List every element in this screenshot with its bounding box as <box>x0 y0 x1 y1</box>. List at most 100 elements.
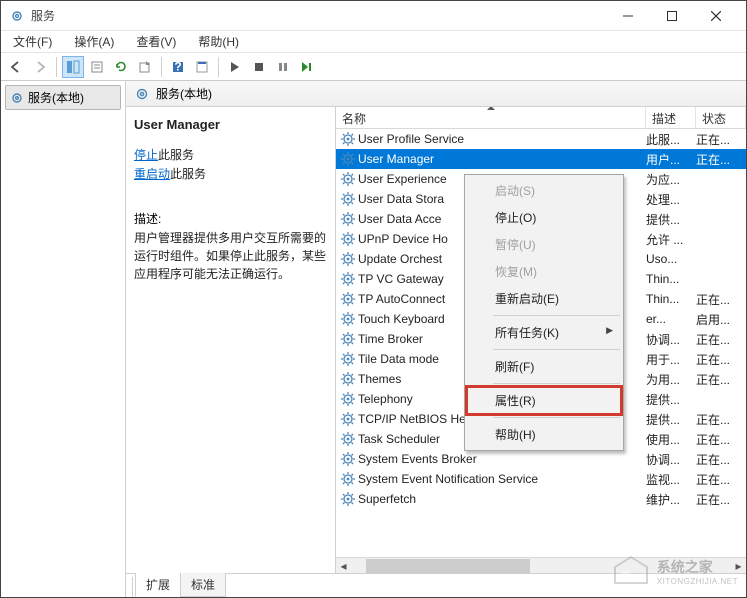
service-row[interactable]: User Manager用户...正在... <box>336 149 746 169</box>
service-desc: 使用... <box>646 431 696 448</box>
ctx-all-tasks[interactable]: 所有任务(K) <box>467 319 621 346</box>
service-name: User Profile Service <box>358 132 646 146</box>
service-desc: Thin... <box>646 272 696 286</box>
restart-service-link[interactable]: 重启动 <box>134 167 170 181</box>
service-desc: Uso... <box>646 252 696 266</box>
ctx-resume: 恢复(M) <box>467 258 621 285</box>
service-name: System Event Notification Service <box>358 472 646 486</box>
ctx-restart[interactable]: 重新启动(E) <box>467 285 621 312</box>
gear-icon <box>10 91 24 105</box>
column-header-status[interactable]: 状态 <box>696 107 746 128</box>
context-menu: 启动(S) 停止(O) 暂停(U) 恢复(M) 重新启动(E) 所有任务(K) … <box>464 174 624 451</box>
service-status: 启用... <box>696 311 746 328</box>
pause-service-button[interactable] <box>272 56 294 78</box>
close-button[interactable] <box>694 1 738 31</box>
tab-separator <box>132 577 133 597</box>
content-pane: 服务(本地) User Manager 停止此服务 重启动此服务 描述: 用户管… <box>126 81 746 597</box>
service-desc: 为应... <box>646 171 696 188</box>
ctx-separator <box>493 383 620 384</box>
titlebar: 服务 <box>1 1 746 31</box>
ctx-help[interactable]: 帮助(H) <box>467 421 621 448</box>
service-status: 正在... <box>696 371 746 388</box>
service-desc: 此服... <box>646 131 696 148</box>
menu-help[interactable]: 帮助(H) <box>192 31 245 52</box>
stop-service-link[interactable]: 停止 <box>134 148 158 162</box>
scroll-left-arrow[interactable]: ◂ <box>336 559 351 573</box>
content-header-title: 服务(本地) <box>156 85 212 102</box>
service-status: 正在... <box>696 291 746 308</box>
back-button[interactable] <box>5 56 27 78</box>
service-desc: 处理... <box>646 191 696 208</box>
tab-strip: 扩展 标准 <box>126 573 746 597</box>
ctx-properties[interactable]: 属性(R) <box>467 387 621 414</box>
service-row[interactable]: User Profile Service此服...正在... <box>336 129 746 149</box>
ctx-pause: 暂停(U) <box>467 231 621 258</box>
service-desc: 用于... <box>646 351 696 368</box>
service-desc: 监视... <box>646 471 696 488</box>
help-toolbar-button[interactable]: ? <box>167 56 189 78</box>
service-desc: 提供... <box>646 411 696 428</box>
navigation-pane: 服务(本地) <box>1 81 126 597</box>
ctx-separator <box>493 315 620 316</box>
service-name: User Manager <box>358 152 646 166</box>
service-status: 正在... <box>696 471 746 488</box>
service-row[interactable]: System Events Broker协调...正在... <box>336 449 746 469</box>
export-list-button[interactable] <box>134 56 156 78</box>
tab-standard[interactable]: 标准 <box>180 573 226 597</box>
toolbar-separator <box>56 57 57 77</box>
svg-text:?: ? <box>174 60 181 74</box>
service-name: Superfetch <box>358 492 646 506</box>
nav-item-local-services[interactable]: 服务(本地) <box>5 85 121 110</box>
minimize-button[interactable] <box>606 1 650 31</box>
service-name: System Events Broker <box>358 452 646 466</box>
show-hide-tree-button[interactable] <box>62 56 84 78</box>
forward-button[interactable] <box>29 56 51 78</box>
scrollbar-thumb[interactable] <box>366 559 530 573</box>
menu-view[interactable]: 查看(V) <box>130 31 182 52</box>
detail-service-name: User Manager <box>134 117 327 132</box>
service-status: 正在... <box>696 451 746 468</box>
main-area: 服务(本地) 服务(本地) User Manager 停止此服务 重启动此服务 … <box>1 81 746 597</box>
horizontal-scrollbar[interactable]: ◂ ▸ <box>336 557 746 573</box>
refresh-toolbar-button[interactable] <box>110 56 132 78</box>
maximize-button[interactable] <box>650 1 694 31</box>
menu-file[interactable]: 文件(F) <box>7 31 58 52</box>
toolbar-separator <box>161 57 162 77</box>
service-row[interactable]: Superfetch维护...正在... <box>336 489 746 509</box>
service-row[interactable]: System Event Notification Service监视...正在… <box>336 469 746 489</box>
list-header: 名称 描述 状态 <box>336 107 746 129</box>
start-service-button[interactable] <box>224 56 246 78</box>
tab-extended[interactable]: 扩展 <box>135 573 181 597</box>
service-desc: 提供... <box>646 391 696 408</box>
ctx-stop[interactable]: 停止(O) <box>467 204 621 231</box>
ctx-separator <box>493 349 620 350</box>
ctx-refresh[interactable]: 刷新(F) <box>467 353 621 380</box>
ctx-start: 启动(S) <box>467 177 621 204</box>
menu-action[interactable]: 操作(A) <box>68 31 120 52</box>
service-status: 正在... <box>696 491 746 508</box>
service-status: 正在... <box>696 351 746 368</box>
options-toolbar-button[interactable] <box>191 56 213 78</box>
service-desc: 允许 ... <box>646 231 696 248</box>
service-desc: er... <box>646 312 696 326</box>
toolbar: ? <box>1 53 746 81</box>
service-desc: 协调... <box>646 331 696 348</box>
service-status: 正在... <box>696 151 746 168</box>
detail-stop-line: 停止此服务 <box>134 146 327 163</box>
service-desc: 协调... <box>646 451 696 468</box>
ctx-separator <box>493 417 620 418</box>
column-header-description[interactable]: 描述 <box>646 107 696 128</box>
properties-toolbar-button[interactable] <box>86 56 108 78</box>
detail-description: 用户管理器提供多用户交互所需要的运行时组件。如果停止此服务，某些应用程序可能无法… <box>134 229 327 283</box>
toolbar-separator <box>218 57 219 77</box>
column-header-name[interactable]: 名称 <box>336 107 646 128</box>
menubar: 文件(F) 操作(A) 查看(V) 帮助(H) <box>1 31 746 53</box>
stop-service-button[interactable] <box>248 56 270 78</box>
service-desc: 维护... <box>646 491 696 508</box>
service-status: 正在... <box>696 431 746 448</box>
scroll-right-arrow[interactable]: ▸ <box>731 559 746 573</box>
gear-icon <box>134 86 150 102</box>
restart-service-button[interactable] <box>296 56 318 78</box>
service-status: 正在... <box>696 411 746 428</box>
service-desc: Thin... <box>646 292 696 306</box>
